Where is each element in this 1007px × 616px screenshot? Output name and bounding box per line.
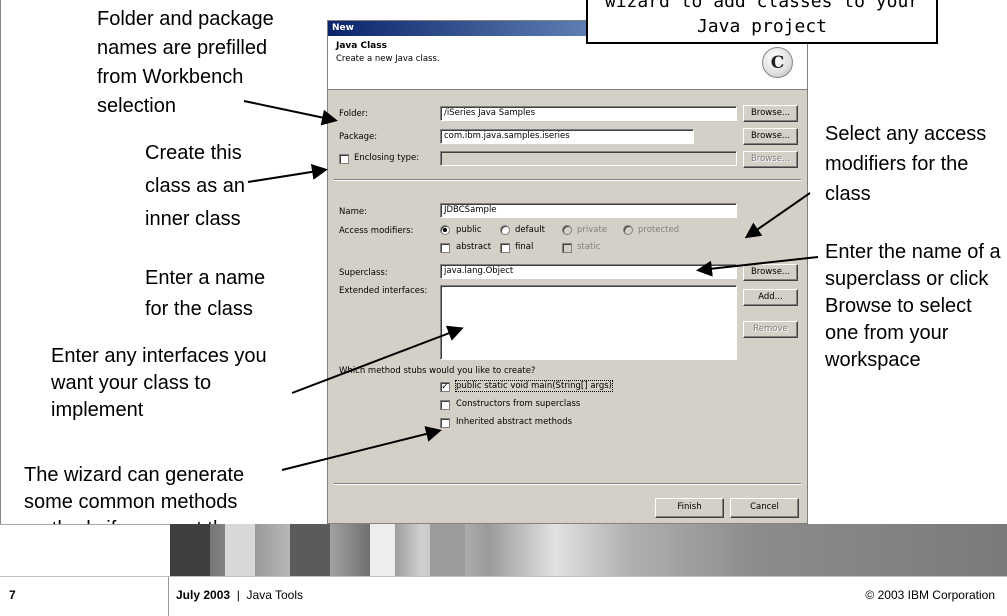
name-label: Name:: [339, 207, 367, 217]
cancel-button[interactable]: Cancel: [730, 498, 799, 518]
footer-separator: |: [236, 588, 240, 602]
dialog-banner: Java Class Create a new Java class. C: [328, 36, 807, 90]
superclass-input[interactable]: java.lang.Object: [440, 264, 737, 279]
copyright: © 2003 IBM Corporation: [865, 588, 995, 602]
main-stub-checkbox[interactable]: ✓: [440, 382, 450, 392]
callout-class-name: Enter a name for the class: [145, 267, 266, 320]
package-input[interactable]: com.ibm.java.samples.iseries: [440, 129, 694, 144]
default-option-label: default: [515, 225, 545, 235]
left-rule: [0, 0, 1, 524]
top-note-line2: Java project: [696, 16, 828, 37]
footer-divider: [168, 577, 169, 616]
static-option-label: static: [577, 242, 601, 252]
enclosing-type-label: Enclosing type:: [354, 153, 420, 163]
footer-date: July 2003: [176, 588, 231, 602]
private-radio[interactable]: [562, 225, 572, 235]
protected-option-label: protected: [638, 225, 680, 235]
decorative-photo-strip: [170, 524, 1007, 576]
java-class-icon: C: [762, 47, 793, 78]
folder-label: Folder:: [339, 109, 368, 119]
slide-footer: 7 July 2003 | Java Tools © 2003 IBM Corp…: [0, 576, 1007, 616]
callout-folder-package: Folder and package names are prefilled f…: [97, 8, 274, 117]
package-browse-button[interactable]: Browse...: [743, 128, 798, 145]
superclass-label: Superclass:: [339, 268, 388, 278]
inherited-stub-checkbox[interactable]: [440, 418, 450, 428]
abstract-checkbox[interactable]: [440, 243, 450, 253]
enclosing-browse-button[interactable]: Browse...: [743, 151, 798, 168]
constructors-stub-checkbox[interactable]: [440, 400, 450, 410]
main-stub-label: public static void main(String[] args): [455, 380, 613, 392]
private-option-label: private: [577, 225, 608, 235]
callout-interfaces: Enter any interfaces you want your class…: [51, 345, 267, 421]
abstract-option-label: abstract: [456, 242, 492, 252]
access-modifiers-label: Access modifiers:: [339, 226, 414, 236]
final-option-label: final: [515, 242, 534, 252]
top-note-box: wizard to add classes to your Java proje…: [586, 0, 938, 44]
banner-description: Create a new Java class.: [336, 54, 440, 64]
superclass-browse-button[interactable]: Browse...: [743, 264, 798, 281]
separator-top: [334, 179, 801, 181]
page-number: 7: [9, 588, 16, 602]
add-interface-button[interactable]: Add...: [743, 289, 798, 306]
static-checkbox[interactable]: [562, 243, 572, 253]
enclosing-type-input[interactable]: [440, 151, 737, 166]
default-radio[interactable]: [500, 225, 510, 235]
footer-topic: Java Tools: [246, 588, 303, 602]
new-java-class-dialog: New Java Class Create a new Java class. …: [327, 20, 808, 524]
name-input[interactable]: JDBCSample: [440, 203, 737, 218]
footer-image-band: [0, 524, 1007, 576]
enclosing-type-checkbox[interactable]: [339, 154, 349, 164]
finish-button[interactable]: Finish: [655, 498, 724, 518]
top-note-line1: wizard to add classes to your: [604, 0, 920, 12]
public-option-label: public: [456, 225, 482, 235]
separator-bottom: [334, 483, 801, 485]
method-stubs-question: Which method stubs would you like to cre…: [339, 366, 536, 376]
constructors-stub-label: Constructors from superclass: [456, 399, 581, 409]
footer-date-topic: July 2003 | Java Tools: [176, 588, 303, 602]
band-left-blank: [0, 524, 170, 576]
folder-input[interactable]: /iSeries Java Samples: [440, 106, 737, 121]
final-checkbox[interactable]: [500, 243, 510, 253]
inherited-stub-label: Inherited abstract methods: [456, 417, 573, 427]
protected-radio[interactable]: [623, 225, 633, 235]
callout-inner-class: Create this class as an inner class: [145, 142, 246, 230]
public-radio[interactable]: [440, 225, 450, 235]
folder-browse-button[interactable]: Browse...: [743, 105, 798, 122]
callout-access-modifiers: Select any access modifiers for the clas…: [825, 123, 987, 205]
interfaces-label: Extended interfaces:: [339, 286, 428, 296]
remove-interface-button[interactable]: Remove: [743, 321, 798, 338]
interfaces-list[interactable]: [440, 285, 737, 360]
package-label: Package:: [339, 132, 378, 142]
callout-superclass: Enter the name of a superclass or click …: [825, 241, 1001, 371]
